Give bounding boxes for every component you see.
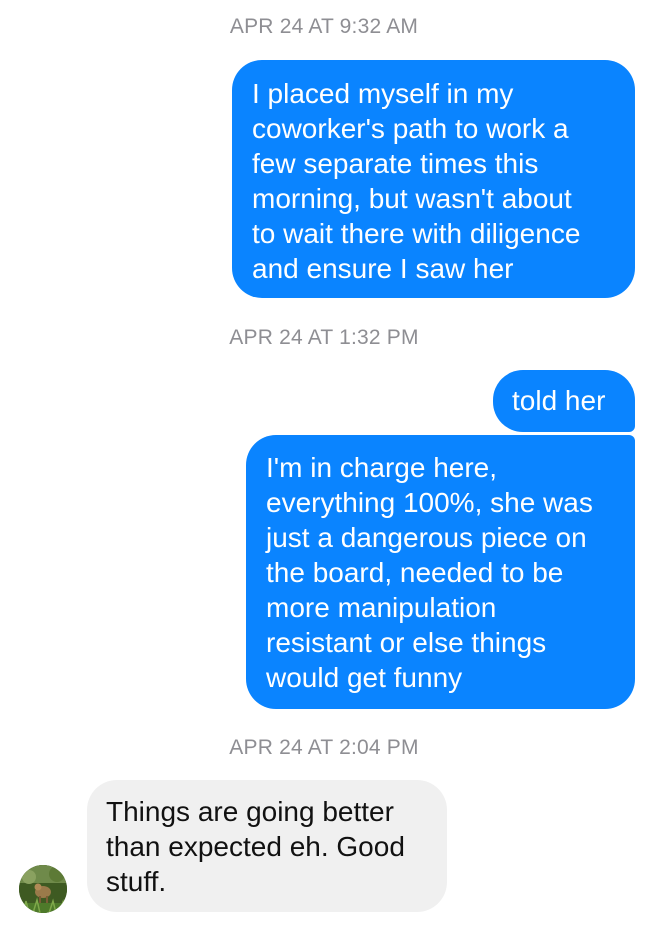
avatar-image bbox=[19, 865, 67, 913]
timestamp: APR 24 AT 1:32 PM bbox=[229, 326, 419, 349]
timestamp: APR 24 AT 2:04 PM bbox=[229, 736, 419, 759]
timestamp: APR 24 AT 9:32 AM bbox=[229, 15, 419, 38]
sent-message-bubble[interactable]: told her bbox=[493, 370, 635, 432]
avatar-icon[interactable] bbox=[19, 865, 67, 913]
sent-message-bubble[interactable]: I'm in charge here, everything 100%, she… bbox=[246, 435, 635, 709]
received-message-bubble[interactable]: Things are going better than expected eh… bbox=[87, 780, 447, 912]
sent-message-bubble[interactable]: I placed myself in my coworker's path to… bbox=[232, 60, 635, 298]
